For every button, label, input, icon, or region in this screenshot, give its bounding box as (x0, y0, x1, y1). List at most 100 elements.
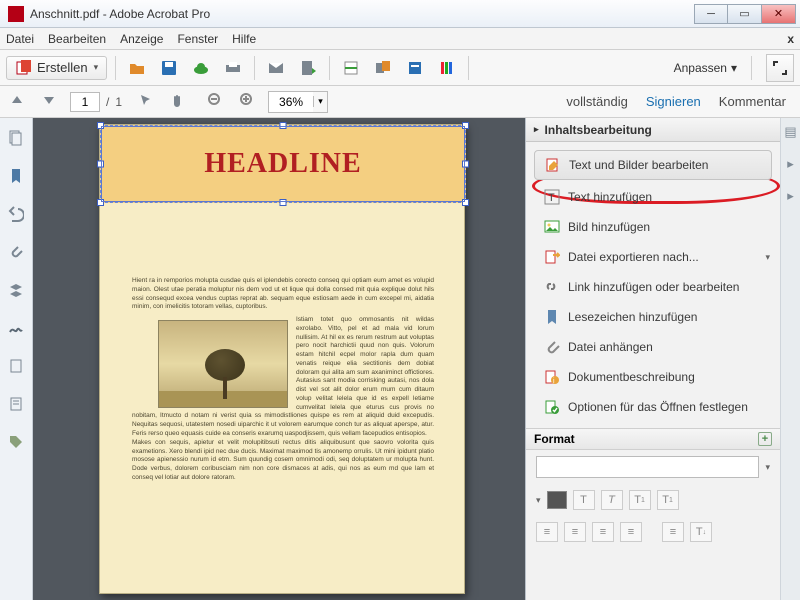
font-dropdown[interactable] (536, 456, 759, 478)
italic-button[interactable]: T (601, 490, 623, 510)
undo-icon[interactable] (6, 204, 26, 224)
tool-add-text[interactable]: T Text hinzufügen (526, 182, 780, 212)
tools-tab[interactable]: vollständig (566, 94, 627, 109)
tool-label: Bild hinzufügen (568, 220, 650, 234)
menu-fenster[interactable]: Fenster (177, 32, 218, 46)
panel-section-header[interactable]: ▸ Inhaltsbearbeitung (526, 118, 780, 142)
articles-icon[interactable] (6, 394, 26, 414)
page-sep: / (106, 95, 109, 109)
tool-edit-text-images[interactable]: Text und Bilder bearbeiten (534, 150, 772, 180)
line-spacing-button[interactable]: ≡ (662, 522, 684, 542)
panel-rail: ▤ ▸ ▸ (780, 118, 800, 600)
save-button[interactable] (156, 55, 182, 81)
tool-attach-file[interactable]: Datei anhängen (526, 332, 780, 362)
menu-anzeige[interactable]: Anzeige (120, 32, 163, 46)
tool-label: Optionen für das Öffnen festlegen (568, 400, 748, 414)
email-button[interactable] (263, 55, 289, 81)
attachments-icon[interactable] (6, 242, 26, 262)
menu-datei[interactable]: Datei (6, 32, 34, 46)
panel-menu-icon[interactable]: ▤ (784, 124, 796, 140)
multimedia-button[interactable] (434, 55, 460, 81)
sign-tab[interactable]: Signieren (646, 94, 701, 109)
docinfo-icon: i (544, 369, 560, 385)
app-icon (8, 6, 24, 22)
tool-label: Lesezeichen hinzufügen (568, 310, 697, 324)
pages-icon[interactable] (6, 356, 26, 376)
menubar-close[interactable]: x (787, 32, 794, 46)
create-label: Erstellen (37, 60, 88, 75)
zoom-input[interactable] (269, 92, 313, 112)
subscript-button[interactable]: T1 (657, 490, 679, 510)
bold-button[interactable]: T (573, 490, 595, 510)
align-right-button[interactable]: ≡ (592, 522, 614, 542)
superscript-button[interactable]: T1 (629, 490, 651, 510)
page-number-input[interactable] (70, 92, 100, 112)
submenu-caret-icon: ▾ (765, 252, 770, 263)
minimize-button[interactable]: ─ (694, 4, 728, 24)
document-view[interactable]: HEADLINE Hient ra in remporios molupta c… (33, 118, 525, 600)
form-button[interactable] (402, 55, 428, 81)
tool-label: Datei anhängen (568, 340, 653, 354)
zoom-in-button[interactable] (236, 89, 262, 115)
panel-section-title: Inhaltsbearbeitung (545, 123, 652, 137)
color-swatch[interactable] (547, 491, 567, 509)
panel-expand-icon[interactable]: ▸ (787, 188, 794, 204)
select-tool[interactable] (134, 89, 160, 115)
tags-icon[interactable] (6, 432, 26, 452)
tool-add-image[interactable]: Bild hinzufügen (526, 212, 780, 242)
close-button[interactable]: ✕ (762, 4, 796, 24)
combine-button[interactable] (370, 55, 396, 81)
panel-collapse-icon[interactable]: ▸ (787, 156, 794, 172)
format-section-header[interactable]: Format + (526, 428, 780, 450)
caret-down-icon: ▾ (731, 61, 737, 75)
format-title: Format (534, 432, 575, 446)
page-down-button[interactable] (38, 89, 64, 115)
tool-label: Text und Bilder bearbeiten (569, 158, 708, 172)
menubar: Datei Bearbeiten Anzeige Fenster Hilfe x (0, 28, 800, 50)
tool-label: Datei exportieren nach... (568, 250, 699, 264)
zoom-out-button[interactable] (204, 89, 230, 115)
fullscreen-button[interactable] (766, 54, 794, 82)
open-button[interactable] (124, 55, 150, 81)
image-icon (544, 219, 560, 235)
edit-icon (545, 157, 561, 173)
customize-button[interactable]: Anpassen ▾ (668, 58, 743, 78)
headline-text[interactable]: HEADLINE (101, 126, 465, 180)
create-icon (15, 60, 31, 76)
link-icon (544, 279, 560, 295)
tool-add-link[interactable]: Link hinzufügen oder bearbeiten (526, 272, 780, 302)
create-button[interactable]: Erstellen ▾ (6, 56, 107, 80)
menu-hilfe[interactable]: Hilfe (232, 32, 256, 46)
cloud-button[interactable] (188, 55, 214, 81)
maximize-button[interactable]: ▭ (728, 4, 762, 24)
layers-icon[interactable] (6, 280, 26, 300)
align-justify-button[interactable]: ≡ (620, 522, 642, 542)
tool-add-bookmark[interactable]: Lesezeichen hinzufügen (526, 302, 780, 332)
tool-export-file[interactable]: Datei exportieren nach... ▾ (526, 242, 780, 272)
align-center-button[interactable]: ≡ (564, 522, 586, 542)
hand-tool[interactable] (166, 89, 192, 115)
thumbnails-icon[interactable] (6, 128, 26, 148)
tool-open-options[interactable]: Optionen für das Öffnen festlegen (526, 392, 780, 422)
scan-button[interactable] (338, 55, 364, 81)
convert-button[interactable] (295, 55, 321, 81)
page: HEADLINE Hient ra in remporios molupta c… (99, 124, 465, 594)
comment-tab[interactable]: Kommentar (719, 94, 786, 109)
caret-down-icon: ▾ (94, 62, 99, 73)
page-up-button[interactable] (6, 89, 32, 115)
align-left-button[interactable]: ≡ (536, 522, 558, 542)
headline-selection[interactable]: HEADLINE (100, 125, 466, 203)
toolbar-main: Erstellen ▾ Anpassen ▾ (0, 50, 800, 86)
signatures-rail-icon[interactable] (6, 318, 26, 338)
export-icon (544, 249, 560, 265)
svg-text:T: T (548, 192, 555, 204)
zoom-field[interactable]: ▾ (268, 91, 328, 113)
bookmarks-icon[interactable] (6, 166, 26, 186)
char-spacing-button[interactable]: T↓ (690, 522, 712, 542)
tool-document-description[interactable]: i Dokumentbeschreibung (526, 362, 780, 392)
add-format-button[interactable]: + (758, 432, 772, 446)
menu-bearbeiten[interactable]: Bearbeiten (48, 32, 106, 46)
caret-down-icon: ▾ (765, 462, 770, 473)
zoom-caret-icon[interactable]: ▾ (313, 96, 327, 107)
print-button[interactable] (220, 55, 246, 81)
